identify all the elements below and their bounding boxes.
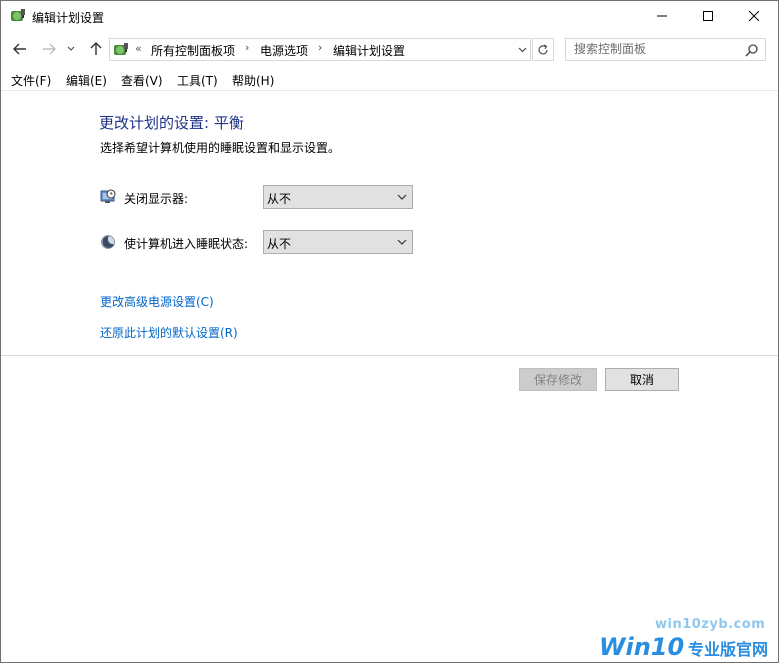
moon-icon <box>101 235 115 249</box>
chevron-down-icon <box>397 239 407 245</box>
power-options-icon <box>11 9 25 21</box>
arrow-left-icon <box>13 43 26 55</box>
cancel-button[interactable]: 取消 <box>605 368 679 391</box>
breadcrumb-separator[interactable]: › <box>245 41 249 54</box>
watermark-brand: Win10 <box>599 633 685 661</box>
search-box[interactable] <box>565 38 766 61</box>
turn-off-display-value: 从不 <box>267 192 292 206</box>
page-title: 更改计划的设置: 平衡 <box>99 114 244 132</box>
plan-settings-panel: 更改计划的设置: 平衡 选择希望计算机使用的睡眠设置和显示设置。 关闭显示器: … <box>1 91 778 356</box>
window-title: 编辑计划设置 <box>32 11 105 25</box>
navigation-bar: « 所有控制面板项 › 电源选项 › 编辑计划设置 <box>1 32 778 66</box>
back-button[interactable] <box>10 39 30 59</box>
forward-button[interactable] <box>39 39 59 59</box>
menu-file[interactable]: 文件(F) <box>11 72 51 89</box>
chevron-down-icon <box>518 47 526 53</box>
turn-off-display-label: 关闭显示器: <box>124 192 189 206</box>
maximize-button[interactable] <box>685 1 731 31</box>
minimize-icon <box>657 15 667 17</box>
up-button[interactable] <box>86 39 106 59</box>
restore-defaults-link[interactable]: 还原此计划的默认设置(R) <box>100 324 238 341</box>
page-description: 选择希望计算机使用的睡眠设置和显示设置。 <box>100 141 341 155</box>
breadcrumb-power-options[interactable]: 电源选项 <box>260 42 308 59</box>
refresh-icon <box>538 43 548 54</box>
watermark-url: win10zyb.com <box>655 617 766 632</box>
search-input[interactable] <box>574 42 744 56</box>
sleep-value: 从不 <box>267 237 292 251</box>
menu-tools[interactable]: 工具(T) <box>177 72 218 89</box>
address-bar[interactable]: « 所有控制面板项 › 电源选项 › 编辑计划设置 <box>109 38 531 61</box>
breadcrumb-separator[interactable]: › <box>318 41 322 54</box>
search-icon[interactable] <box>745 43 759 57</box>
menu-view[interactable]: 查看(V) <box>121 72 163 89</box>
watermark-logo: Win10 专业版官网 <box>599 633 769 662</box>
watermark-brand-sub: 专业版官网 <box>688 640 769 659</box>
chevron-down-icon <box>397 194 407 200</box>
minimize-button[interactable] <box>639 1 685 31</box>
close-button[interactable] <box>731 1 777 31</box>
sleep-select[interactable]: 从不 <box>263 230 413 254</box>
recent-locations-button[interactable] <box>65 39 77 59</box>
arrow-right-icon <box>43 43 56 55</box>
address-overflow-chevron[interactable]: « <box>135 42 142 55</box>
maximize-icon <box>703 11 713 21</box>
edit-plan-settings-window: 编辑计划设置 « 所有控制面板项 › 电源选项 › 编辑计划设置 搜索控制面板 … <box>0 0 779 663</box>
breadcrumb-all-control-panel-items[interactable]: 所有控制面板项 <box>151 42 235 59</box>
menu-edit[interactable]: 编辑(E) <box>66 72 107 89</box>
menu-help[interactable]: 帮助(H) <box>232 72 274 89</box>
title-bar: 编辑计划设置 <box>1 1 778 32</box>
arrow-up-icon <box>90 42 102 55</box>
breadcrumb-edit-plan-settings[interactable]: 编辑计划设置 <box>333 42 405 59</box>
turn-off-display-select[interactable]: 从不 <box>263 185 413 209</box>
save-changes-button[interactable]: 保存修改 <box>519 368 597 391</box>
refresh-button[interactable] <box>532 38 554 61</box>
sleep-label: 使计算机进入睡眠状态: <box>124 237 249 251</box>
close-icon <box>749 11 759 21</box>
address-history-dropdown[interactable] <box>516 43 528 57</box>
monitor-clock-icon <box>100 189 116 203</box>
advanced-power-settings-link[interactable]: 更改高级电源设置(C) <box>100 293 214 310</box>
chevron-down-icon <box>67 46 75 51</box>
power-options-icon <box>114 43 128 55</box>
menu-bar: 文件(F) 编辑(E) 查看(V) 工具(T) 帮助(H) <box>1 67 778 91</box>
